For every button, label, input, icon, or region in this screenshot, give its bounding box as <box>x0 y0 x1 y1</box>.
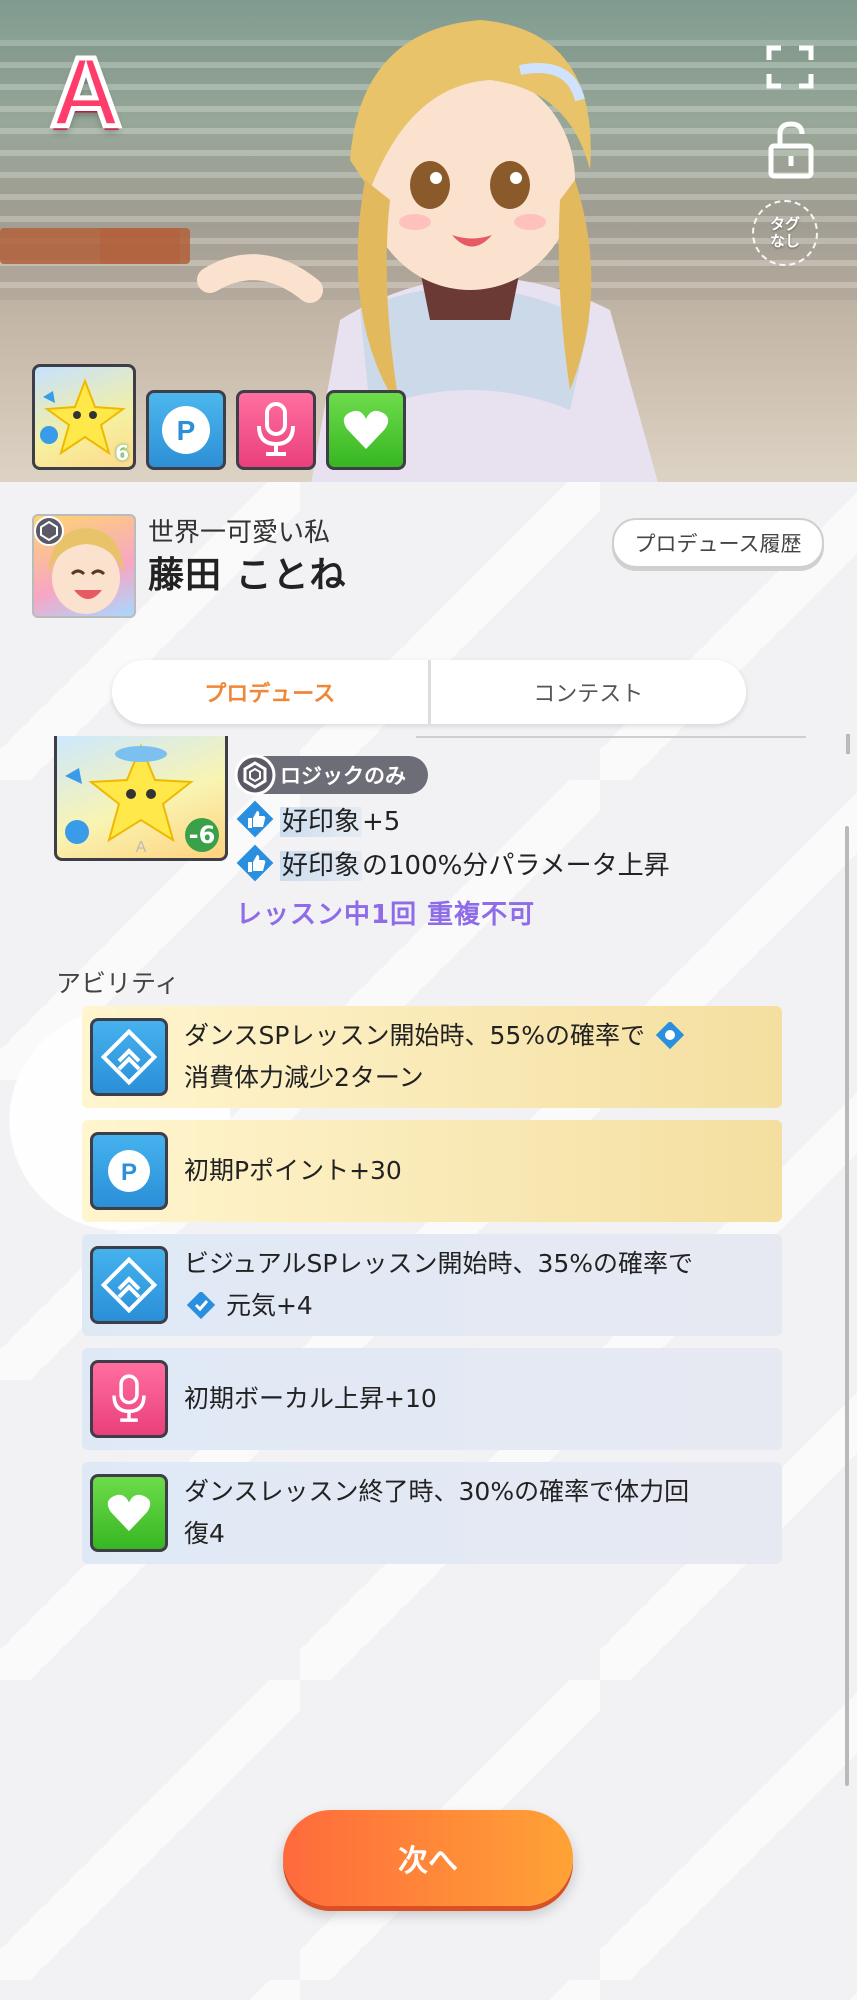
fullscreen-icon[interactable] <box>765 44 815 90</box>
good-impression-icon <box>236 800 274 838</box>
ability-text: ダンスSPレッスン開始時、55%の確率で <box>184 1021 646 1050</box>
diamond-up-icon <box>90 1018 168 1096</box>
ability-text: 初期ボーカル上昇+10 <box>184 1384 437 1413</box>
idol-name: 藤田 ことね <box>148 555 347 596</box>
logic-only-tag: ロジックのみ <box>234 754 428 796</box>
microphone-icon <box>90 1360 168 1438</box>
ability-text: 初期Pポイント+30 <box>184 1156 402 1185</box>
effect-line: 好印象の100%分パラメータ上昇 <box>236 844 670 882</box>
mode-tabs: プロデュース コンテスト <box>112 660 746 724</box>
diamond-up-icon <box>90 1246 168 1324</box>
ability-item: 初期ボーカル上昇+10 <box>82 1348 782 1450</box>
ability-text: ダンスレッスン終了時、30%の確率で体力回 <box>184 1477 690 1506</box>
microphone-icon <box>257 402 295 456</box>
usage-limit: レッスン中1回 重複不可 <box>236 900 536 930</box>
p-point-icon: P <box>90 1132 168 1210</box>
card-letter: A <box>136 839 147 856</box>
background-bench <box>100 228 180 264</box>
ability-item: P 初期Pポイント+30 <box>82 1120 782 1222</box>
svg-text:P: P <box>177 415 196 446</box>
ability-section-title: アビリティ <box>56 969 180 998</box>
stamina-reduce-icon <box>655 1020 685 1050</box>
unlock-icon[interactable] <box>766 120 816 180</box>
ability-text: 元気+4 <box>225 1291 313 1320</box>
p-item-card[interactable]: A -6 <box>54 736 228 861</box>
effect-line: 好印象+5 <box>236 800 400 838</box>
next-button[interactable]: 次へ <box>283 1810 573 1906</box>
ability-item: ダンスレッスン終了時、30%の確率で体力回 復4 <box>82 1462 782 1564</box>
detail-scroll-area[interactable]: A -6 ロジックのみ 好印象+5 好印象の100%分パラメータ上昇 レッスン中… <box>40 736 840 1786</box>
tag-label: なし <box>769 232 800 250</box>
tab-produce[interactable]: プロデュース <box>112 660 431 724</box>
ability-text: ビジュアルSPレッスン開始時、35%の確率で <box>184 1249 694 1278</box>
svg-text:P: P <box>121 1159 137 1186</box>
ability-text: 消費体力減少2ターン <box>184 1063 424 1092</box>
ability-item: ダンスSPレッスン開始時、55%の確率で 消費体力減少2ターン <box>82 1006 782 1108</box>
card-value: -6 <box>185 818 219 852</box>
produce-history-button[interactable]: プロデュース履歴 <box>612 518 824 568</box>
scrollbar[interactable] <box>845 826 849 1786</box>
heart-icon <box>90 1474 168 1552</box>
logic-type-icon <box>234 754 276 796</box>
idol-subtitle: 世界一可愛い私 <box>148 518 331 548</box>
heart-icon <box>343 410 389 449</box>
stamina-skill-chip[interactable] <box>326 390 406 470</box>
vocal-skill-chip[interactable] <box>236 390 316 470</box>
ability-text: 復4 <box>184 1519 225 1548</box>
support-card[interactable]: 6 <box>32 364 136 470</box>
equipped-skill-row: 6 P <box>32 360 406 470</box>
tab-contest[interactable]: コンテスト <box>431 660 747 724</box>
tag-label: タグ <box>769 215 800 233</box>
card-value: 6 <box>115 441 129 465</box>
good-impression-icon <box>236 844 274 882</box>
genki-icon <box>186 1290 216 1320</box>
p-point-skill-chip[interactable]: P <box>146 390 226 470</box>
tag-button[interactable]: タグ なし <box>752 200 818 266</box>
ability-item: ビジュアルSPレッスン開始時、35%の確率で 元気+4 <box>82 1234 782 1336</box>
logic-type-icon <box>34 516 64 546</box>
p-point-icon: P <box>162 406 210 454</box>
character-showcase: A タグ なし 6 P <box>0 0 857 482</box>
grade-badge: A <box>48 37 124 147</box>
scroll-indicator <box>846 734 850 754</box>
